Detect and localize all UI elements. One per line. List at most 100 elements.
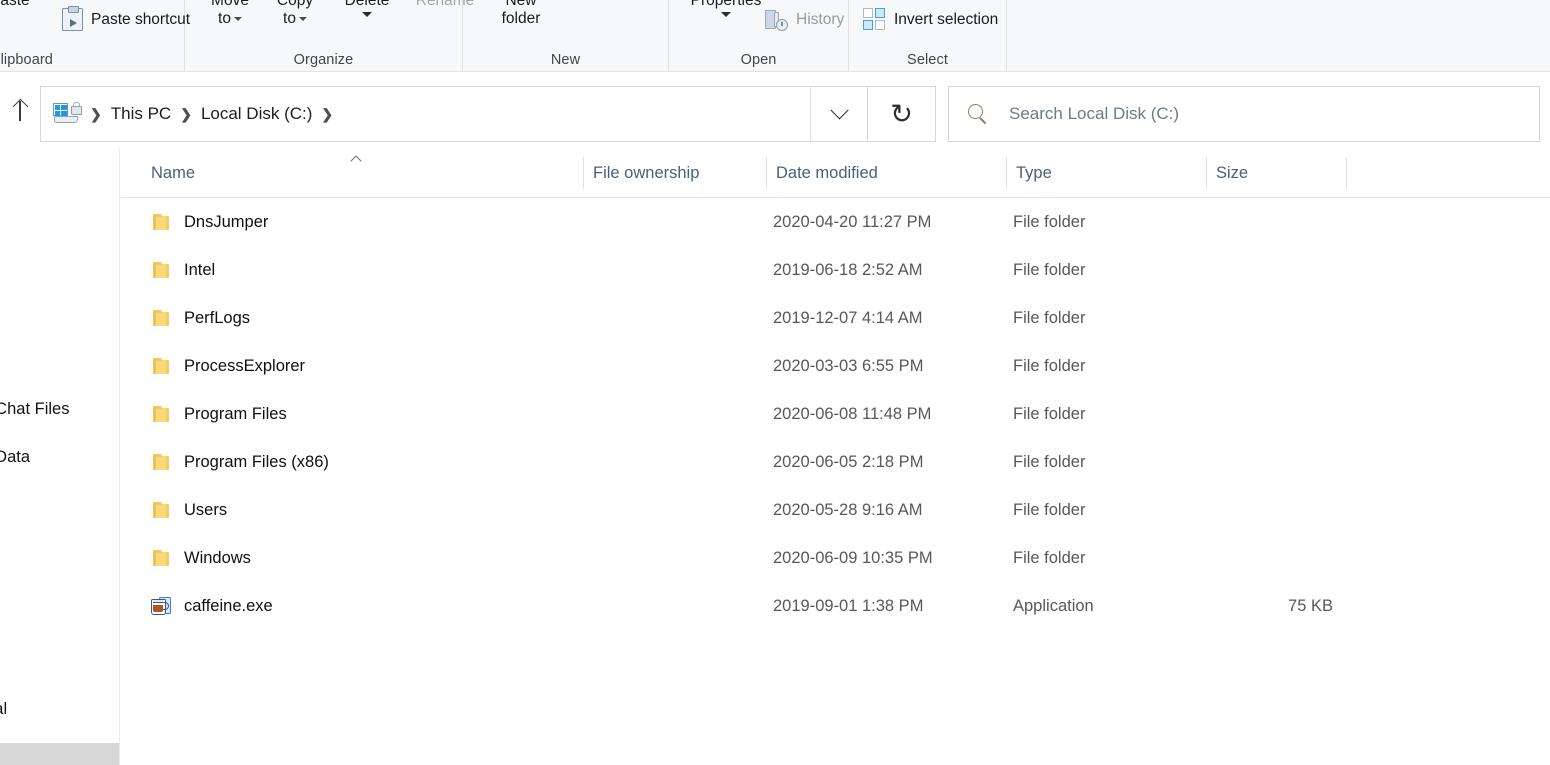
chevron-down-icon xyxy=(830,100,849,119)
file-name-cell[interactable]: ProcessExplorer xyxy=(153,357,305,376)
file-name-cell[interactable]: Users xyxy=(153,501,227,520)
move-to-button[interactable]: Move to xyxy=(195,0,265,29)
table-row[interactable]: caffeine.exe 2019-09-01 1:38 PM Applicat… xyxy=(121,582,1550,630)
nav-item-personal[interactable]: Personal xyxy=(0,700,7,719)
folder-icon xyxy=(153,357,172,375)
column-header-date-modified[interactable]: Date modified xyxy=(766,148,1006,198)
breadcrumb-separator: ❯ xyxy=(180,106,192,122)
table-row[interactable]: PerfLogs 2019-12-07 4:14 AM File folder xyxy=(121,294,1550,342)
navigation-pane: Recon Teams Chat Files Teams Data Person… xyxy=(0,148,120,765)
file-name-cell[interactable]: DnsJumper xyxy=(153,213,268,232)
breadcrumb-bar[interactable]: ❯ This PC ❯ Local Disk (C:) ❯ xyxy=(40,86,868,142)
this-pc-drive-icon xyxy=(53,102,82,126)
ribbon-group-label-clipboard: Clipboard xyxy=(0,52,53,68)
ribbon-group-label-new: New xyxy=(550,52,581,68)
chevron-down-icon xyxy=(298,17,307,22)
date-modified-cell: 2019-06-18 2:52 AM xyxy=(773,260,923,279)
type-cell: File folder xyxy=(1013,212,1086,231)
history-button: History xyxy=(764,8,844,32)
copy-to-label-line2: to xyxy=(260,10,330,28)
file-name-label: Program Files (x86) xyxy=(184,452,329,471)
type-cell: File folder xyxy=(1013,308,1086,327)
breadcrumb-item-this-pc[interactable]: This PC xyxy=(111,104,171,124)
file-explorer-window: Paste Paste shortcut Clipboard Move to C… xyxy=(0,0,1550,765)
file-name-cell[interactable]: Windows xyxy=(153,549,251,568)
chevron-down-icon xyxy=(721,12,731,18)
file-list-pane: Name File ownership Date modified Type S… xyxy=(121,148,1550,765)
date-modified-cell: 2020-04-20 11:27 PM xyxy=(773,212,932,231)
file-name-label: caffeine.exe xyxy=(184,596,273,615)
table-row[interactable]: ProcessExplorer 2020-03-03 6:55 PM File … xyxy=(121,342,1550,390)
type-cell: Application xyxy=(1013,596,1094,615)
ribbon-group-organize: Move to Copy to Delete Rename Organize xyxy=(185,0,474,72)
table-row[interactable]: Program Files 2020-06-08 11:48 PM File f… xyxy=(121,390,1550,438)
folder-icon xyxy=(153,309,172,327)
nav-item-teams-data[interactable]: Teams Data xyxy=(0,448,30,467)
ribbon-group-label-select: Select xyxy=(907,52,948,68)
folder-icon xyxy=(153,405,172,423)
column-header-row: Name File ownership Date modified Type S… xyxy=(121,148,1550,198)
chevron-down-icon xyxy=(233,17,242,22)
date-modified-cell: 2020-06-09 10:35 PM xyxy=(773,548,933,567)
file-name-cell[interactable]: PerfLogs xyxy=(153,309,250,328)
address-bar: ❯ This PC ❯ Local Disk (C:) ❯ ↻ Search L… xyxy=(0,72,1550,148)
navigate-up-button[interactable] xyxy=(4,84,36,136)
up-arrow-icon xyxy=(13,99,28,121)
file-name-cell[interactable]: Program Files xyxy=(153,405,287,424)
move-to-label-line1: Move xyxy=(211,0,249,9)
new-folder-button[interactable]: New folder xyxy=(481,0,561,29)
file-name-label: Program Files xyxy=(184,404,287,423)
address-history-dropdown-button[interactable] xyxy=(810,86,868,142)
date-modified-cell: 2019-09-01 1:38 PM xyxy=(773,596,924,615)
file-name-cell[interactable]: caffeine.exe xyxy=(151,596,273,616)
breadcrumb-separator: ❯ xyxy=(90,106,102,122)
column-divider[interactable] xyxy=(1346,157,1347,189)
type-cell: File folder xyxy=(1013,452,1086,471)
invert-selection-label: Invert selection xyxy=(894,10,999,28)
table-row[interactable]: Users 2020-05-28 9:16 AM File folder xyxy=(121,486,1550,534)
new-folder-label-line2: folder xyxy=(501,10,541,28)
table-row[interactable]: Windows 2020-06-09 10:35 PM File folder xyxy=(121,534,1550,582)
delete-button[interactable]: Delete xyxy=(332,0,402,18)
file-name-cell[interactable]: Intel xyxy=(153,261,215,280)
invert-selection-button[interactable]: Invert selection xyxy=(863,8,998,31)
copy-to-button[interactable]: Copy to xyxy=(260,0,330,29)
history-label: History xyxy=(796,11,845,28)
file-name-label: PerfLogs xyxy=(184,308,251,327)
table-row[interactable]: Program Files (x86) 2020-06-05 2:18 PM F… xyxy=(121,438,1550,486)
table-row[interactable]: DnsJumper 2020-04-20 11:27 PM File folde… xyxy=(121,198,1550,246)
ribbon-group-open: Properties History Open xyxy=(669,0,849,72)
new-folder-label-line1: New xyxy=(505,0,537,9)
breadcrumb-separator[interactable]: ❯ xyxy=(321,107,333,121)
file-name-label: Users xyxy=(184,500,228,519)
column-header-name[interactable]: Name xyxy=(141,148,581,198)
ribbon-group-select: Invert selection Select xyxy=(849,0,1007,72)
size-cell: 75 KB xyxy=(1288,596,1333,615)
folder-icon xyxy=(153,453,172,471)
search-icon xyxy=(967,103,989,125)
paste-shortcut-button[interactable]: Paste shortcut xyxy=(62,5,191,31)
column-header-type[interactable]: Type xyxy=(1006,148,1206,198)
type-cell: File folder xyxy=(1013,548,1086,567)
copy-to-label-line1: Copy xyxy=(276,0,314,9)
ribbon-group-label-organize: Organize xyxy=(293,52,354,68)
navigation-pane-horizontal-scrollbar[interactable] xyxy=(0,743,119,765)
table-row[interactable]: Intel 2019-06-18 2:52 AM File folder xyxy=(121,246,1550,294)
column-header-file-ownership[interactable]: File ownership xyxy=(583,148,768,198)
nav-item-teams-chat-files[interactable]: Teams Chat Files xyxy=(0,400,69,419)
date-modified-cell: 2020-03-03 6:55 PM xyxy=(773,356,924,375)
breadcrumb-item-local-disk[interactable]: Local Disk (C:) xyxy=(201,104,312,124)
file-name-label: DnsJumper xyxy=(184,212,269,231)
refresh-button[interactable]: ↻ xyxy=(868,86,936,142)
search-input[interactable]: Search Local Disk (C:) xyxy=(1009,104,1179,124)
invert-selection-icon xyxy=(863,8,886,31)
paste-button[interactable]: Paste xyxy=(0,0,30,10)
folder-icon xyxy=(153,261,172,279)
search-box[interactable]: Search Local Disk (C:) xyxy=(948,86,1540,142)
date-modified-cell: 2020-05-28 9:16 AM xyxy=(773,500,923,519)
file-name-cell[interactable]: Program Files (x86) xyxy=(153,453,329,472)
folder-icon xyxy=(153,549,172,567)
paste-shortcut-label: Paste shortcut xyxy=(91,10,191,28)
delete-label: Delete xyxy=(344,0,390,9)
column-header-size[interactable]: Size xyxy=(1206,148,1346,198)
